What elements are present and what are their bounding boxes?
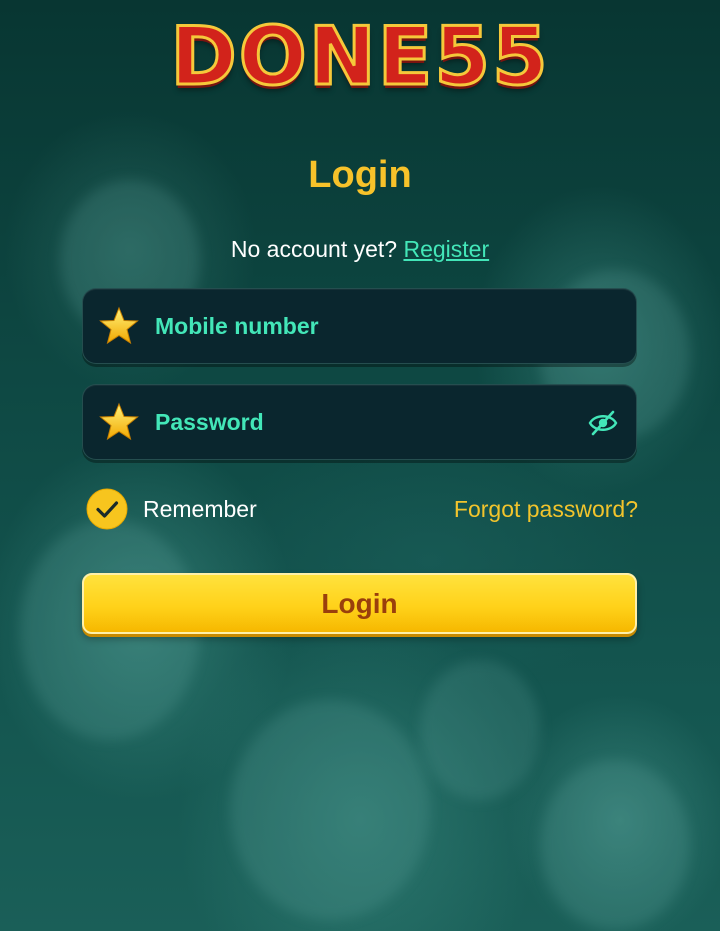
register-prompt-row: No account yet? Register	[0, 232, 720, 266]
forgot-password-link[interactable]: Forgot password?	[454, 494, 638, 524]
brand-logo: DONE55	[169, 10, 550, 103]
eye-off-icon[interactable]	[588, 409, 618, 437]
register-prompt-text: No account yet?	[230, 236, 398, 262]
password-field[interactable]	[82, 384, 637, 460]
login-button[interactable]: Login	[82, 573, 637, 634]
mobile-number-input[interactable]	[155, 289, 575, 363]
star-icon	[99, 402, 139, 441]
mobile-field[interactable]	[82, 288, 637, 364]
star-icon	[99, 306, 139, 345]
register-link[interactable]: Register	[403, 236, 489, 262]
remember-label: Remember	[143, 495, 257, 522]
remember-checkbox[interactable]: Remember	[86, 488, 257, 530]
checkmark-icon	[86, 488, 128, 530]
background-crowd-image	[0, 0, 720, 931]
password-input[interactable]	[155, 385, 575, 459]
page-title: Login	[308, 154, 412, 196]
